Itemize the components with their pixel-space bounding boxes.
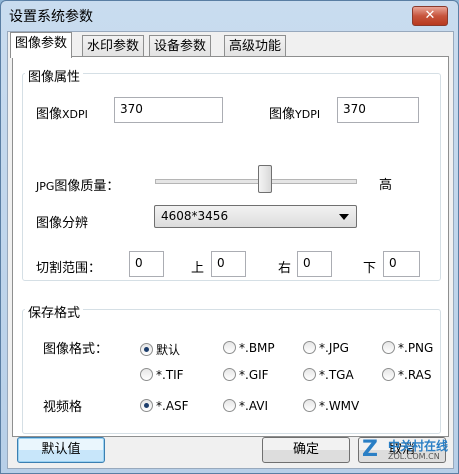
radio-format-ras[interactable]: *.RAS	[382, 368, 432, 382]
video-format-label: 视频格	[43, 400, 83, 415]
radio-dot-icon	[140, 399, 153, 412]
window-title: 设置系统参数	[9, 9, 93, 25]
crop-bottom-input[interactable]: 0	[383, 251, 420, 277]
radio-dot-icon	[303, 399, 316, 412]
crop-range-label: 切割范围：	[36, 261, 102, 276]
ydpi-input[interactable]: 370	[337, 97, 419, 123]
radio-dot-icon	[382, 368, 395, 381]
tab-watermark-params[interactable]: 水印参数	[82, 35, 145, 57]
tab-device-params[interactable]: 设备参数	[149, 35, 212, 57]
resolution-value: 4608*3456	[161, 209, 229, 223]
radio-video-wmv[interactable]: *.WMV	[303, 399, 359, 413]
crop-left-input[interactable]: 0	[129, 251, 164, 277]
tab-advanced[interactable]: 高级功能	[224, 35, 287, 57]
close-icon: ✕	[424, 8, 436, 23]
default-values-button[interactable]: 默认值	[17, 437, 105, 463]
dialog-client: 图像参数 水印参数 设备参数 高级功能 图像属性 图像XDPI 370 图像YD…	[7, 31, 454, 469]
settings-dialog: 设置系统参数 ✕ 图像参数 水印参数 设备参数 高级功能 图像属性 图像XDPI…	[0, 0, 459, 474]
crop-top-input[interactable]: 0	[211, 251, 246, 277]
resolution-label: 图像分辨	[36, 216, 89, 231]
radio-video-avi[interactable]: *.AVI	[223, 399, 268, 413]
radio-dot-icon	[303, 341, 316, 354]
jpg-quality-label: JPG图像质量：	[36, 179, 120, 194]
radio-dot-icon	[223, 399, 236, 412]
quality-slider-track[interactable]	[155, 179, 357, 184]
image-format-label: 图像格式：	[43, 342, 109, 357]
xdpi-label: 图像XDPI	[36, 107, 88, 122]
radio-format-png[interactable]: *.PNG	[382, 341, 433, 355]
crop-top-label: 上	[191, 261, 205, 276]
zol-watermark-url: ZOL.COM.CN	[388, 452, 440, 461]
radio-dot-icon	[140, 343, 153, 356]
ydpi-label: 图像YDPI	[269, 107, 321, 122]
crop-bottom-label: 下	[363, 261, 377, 276]
quality-slider-thumb[interactable]	[258, 165, 272, 193]
radio-video-asf[interactable]: *.ASF	[140, 399, 189, 413]
zol-watermark: Z 中关村在线 ZOL.COM.CN	[362, 437, 452, 465]
ok-button[interactable]: 确定	[262, 437, 350, 463]
chevron-down-icon	[339, 214, 349, 220]
image-properties-title: 图像属性	[25, 66, 84, 85]
crop-right-input[interactable]: 0	[297, 251, 332, 277]
close-button[interactable]: ✕	[412, 6, 448, 26]
radio-dot-icon	[223, 368, 236, 381]
xdpi-input[interactable]: 370	[114, 97, 223, 123]
resolution-select[interactable]: 4608*3456	[154, 205, 357, 228]
crop-right-label: 右	[278, 261, 292, 276]
radio-dot-icon	[382, 341, 395, 354]
tab-panel: 图像属性 图像XDPI 370 图像YDPI 370 JPG图像质量： 高 图像…	[12, 56, 449, 437]
radio-dot-icon	[223, 341, 236, 354]
tab-image-params[interactable]: 图像参数	[10, 32, 73, 58]
radio-format-bmp[interactable]: *.BMP	[223, 341, 275, 355]
radio-dot-icon	[303, 368, 316, 381]
radio-format-jpg[interactable]: *.JPG	[303, 341, 349, 355]
save-format-title: 保存格式	[25, 302, 84, 321]
radio-format-default[interactable]: 默认	[140, 341, 180, 358]
quality-high-label: 高	[379, 178, 393, 193]
radio-format-gif[interactable]: *.GIF	[223, 368, 269, 382]
radio-format-tif[interactable]: *.TIF	[140, 368, 184, 382]
title-bar: 设置系统参数 ✕	[1, 1, 458, 29]
radio-dot-icon	[140, 368, 153, 381]
zol-logo-icon: Z	[362, 437, 378, 462]
radio-format-tga[interactable]: *.TGA	[303, 368, 354, 382]
